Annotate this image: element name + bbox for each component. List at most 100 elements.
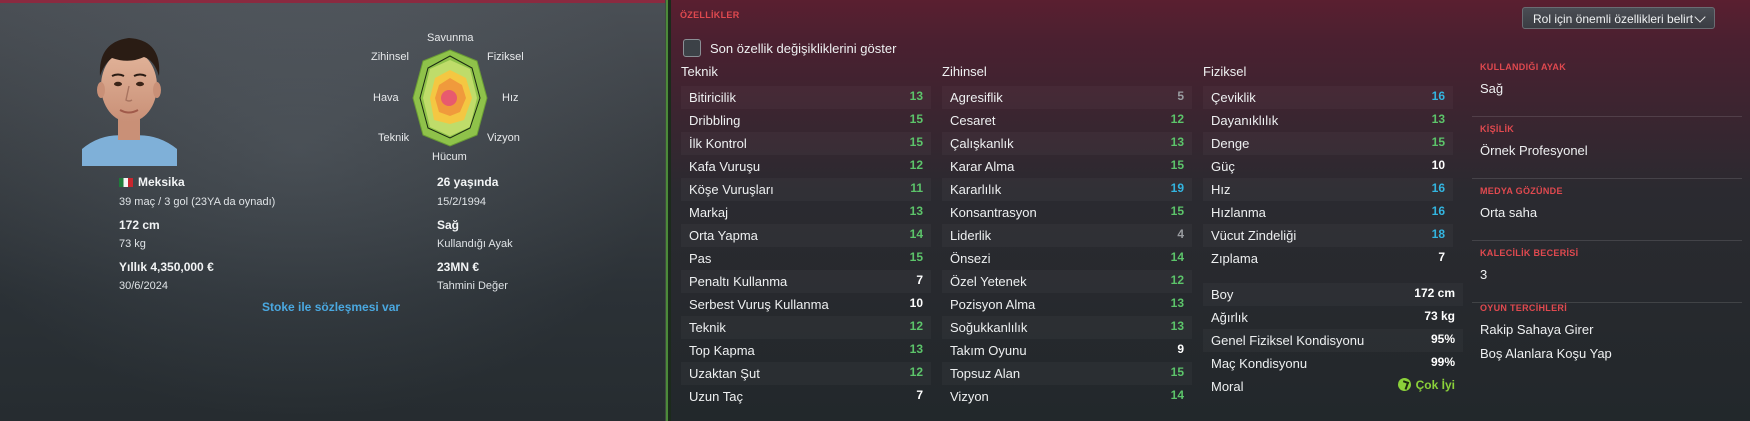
nation-name: Meksika (138, 175, 185, 189)
radar-label-vision: Vizyon (487, 132, 520, 144)
attribute-row[interactable]: Uzaktan Şut 12 (681, 362, 931, 385)
contract-club-link[interactable]: Stoke ile sözleşmesi var (262, 300, 400, 314)
trait-value: Boş Alanlara Koşu Yap (1480, 346, 1612, 361)
physical-info-row: Maç Kondisyonu 99% (1203, 352, 1463, 375)
trait-divider (1472, 178, 1742, 179)
attribute-value: 19 (1170, 181, 1184, 195)
attribute-name: Topsuz Alan (950, 366, 1021, 381)
attribute-value: 13 (909, 89, 923, 103)
attribute-row[interactable]: Bitiricilik 13 (681, 86, 931, 109)
physical-info-label: Ağırlık (1211, 310, 1248, 325)
attribute-value: 12 (909, 158, 923, 172)
attribute-row[interactable]: Soğukkanlılık 13 (942, 316, 1192, 339)
physical-info-row: Ağırlık 73 kg (1203, 306, 1463, 329)
trait-value: Rakip Sahaya Girer (1480, 322, 1594, 337)
attribute-row[interactable]: Cesaret 12 (942, 109, 1192, 132)
attribute-name: Konsantrasyon (950, 205, 1037, 220)
show-changes-checkbox[interactable] (683, 39, 701, 57)
attribute-name: Vücut Zindeliği (1211, 228, 1297, 243)
nation-info: Meksika (119, 175, 185, 189)
attribute-row[interactable]: Karar Alma 15 (942, 155, 1192, 178)
attribute-row[interactable]: Pozisyon Alma 13 (942, 293, 1192, 316)
attribute-row[interactable]: Penaltı Kullanma 7 (681, 270, 931, 293)
attribute-name: Karar Alma (950, 159, 1015, 174)
attribute-row[interactable]: Markaj 13 (681, 201, 931, 224)
attribute-row[interactable]: Zıplama 7 (1203, 247, 1453, 270)
trait-section-heading: OYUN TERCİHLERİ (1480, 303, 1568, 313)
attribute-value: 15 (909, 135, 923, 149)
attribute-value: 14 (1170, 250, 1184, 264)
morale-icon (1397, 378, 1411, 391)
attribute-row[interactable]: Liderlik 4 (942, 224, 1192, 247)
physical-info-value: 73 kg (1424, 309, 1455, 323)
physical-column-title: Fiziksel (1203, 64, 1247, 79)
trait-section: OYUN TERCİHLERİ Rakip Sahaya Girer Boş Ala… (1480, 303, 1612, 361)
attribute-row[interactable]: Kararlılık 19 (942, 178, 1192, 201)
attribute-row[interactable]: Denge 15 (1203, 132, 1453, 155)
attribute-row[interactable]: Agresiflik 5 (942, 86, 1192, 109)
physical-info-value: 99% (1430, 355, 1455, 369)
attribute-name: Çalışkanlık (950, 136, 1014, 151)
attribute-name: Hız (1211, 182, 1231, 197)
attribute-value: 13 (1170, 319, 1184, 333)
attribute-row[interactable]: Önsezi 14 (942, 247, 1192, 270)
attribute-row[interactable]: Dayanıklılık 13 (1203, 109, 1453, 132)
attribute-row[interactable]: Dribbling 15 (681, 109, 931, 132)
attribute-name: Pozisyon Alma (950, 297, 1036, 312)
radar-label-defence: Savunma (427, 32, 474, 44)
attribute-name: Teknik (689, 320, 726, 335)
morale-row: Moral Çok İyi (1203, 375, 1463, 398)
attribute-name: Agresiflik (950, 90, 1003, 105)
estimated-value: 23MN € (437, 260, 480, 274)
attribute-name: Denge (1211, 136, 1250, 151)
attribute-value: 16 (1431, 89, 1445, 103)
attribute-row[interactable]: Teknik 12 (681, 316, 931, 339)
attribute-row[interactable]: Vücut Zindeliği 18 (1203, 224, 1453, 247)
attribute-row[interactable]: Konsantrasyon 15 (942, 201, 1192, 224)
attribute-row[interactable]: Hız 16 (1203, 178, 1453, 201)
physical-info-value: 95% (1430, 332, 1455, 346)
attribute-row[interactable]: Hızlanma 16 (1203, 201, 1453, 224)
role-highlight-dropdown[interactable]: Rol için önemli özellikleri belirt (1522, 7, 1715, 29)
attribute-row[interactable]: Köşe Vuruşları 11 (681, 178, 931, 201)
weight-value: 73 kg (119, 238, 146, 250)
technical-attributes-list: Bitiricilik 13 Dribbling 15 İlk Kontrol 15 Kaf… (681, 86, 931, 408)
attribute-value: 15 (909, 112, 923, 126)
wage-value: Yıllık 4,350,000 € (119, 260, 214, 274)
trait-value: Örnek Profesyonel (1480, 143, 1588, 158)
attribute-value: 12 (909, 319, 923, 333)
attribute-name: Hızlanma (1211, 205, 1266, 220)
attribute-value: 12 (909, 365, 923, 379)
morale-label: Moral (1211, 379, 1244, 394)
attribute-row[interactable]: İlk Kontrol 15 (681, 132, 931, 155)
attribute-row[interactable]: Vizyon 14 (942, 385, 1192, 408)
trait-divider (1472, 240, 1742, 241)
attribute-row[interactable]: Çeviklik 16 (1203, 86, 1453, 109)
attribute-value: 16 (1431, 181, 1445, 195)
attribute-row[interactable]: Çalışkanlık 13 (942, 132, 1192, 155)
attribute-row[interactable]: Topsuz Alan 15 (942, 362, 1192, 385)
caps-goals: 39 maç / 3 gol (23YA da oynadı) (119, 196, 276, 208)
attribute-row[interactable]: Pas 15 (681, 247, 931, 270)
show-changes-label[interactable]: Son özellik değişikliklerini göster (710, 41, 896, 56)
attribute-row[interactable]: Takım Oyunu 9 (942, 339, 1192, 362)
attribute-name: Önsezi (950, 251, 991, 266)
attribute-row[interactable]: Orta Yapma 14 (681, 224, 931, 247)
attribute-row[interactable]: Kafa Vuruşu 12 (681, 155, 931, 178)
attribute-name: Serbest Vuruş Kullanma (689, 297, 829, 312)
attribute-value: 13 (909, 342, 923, 356)
attribute-value: 16 (1431, 204, 1445, 218)
physical-info-list: Boy 172 cm Ağırlık 73 kg Genel Fiziksel Kond… (1203, 283, 1463, 398)
attribute-row[interactable]: Top Kapma 13 (681, 339, 931, 362)
attribute-row[interactable]: Uzun Taç 7 (681, 385, 931, 408)
trait-section: MEDYA GÖZÜNDE Orta saha (1480, 186, 1563, 220)
attribute-value: 12 (1170, 273, 1184, 287)
trait-section: KULLANDIĞI AYAK Sağ (1480, 62, 1566, 96)
attribute-row[interactable]: Güç 10 (1203, 155, 1453, 178)
attribute-name: Zıplama (1211, 251, 1258, 266)
attribute-row[interactable]: Özel Yetenek 12 (942, 270, 1192, 293)
trait-value: Orta saha (1480, 205, 1538, 220)
physical-info-value: 172 cm (1414, 286, 1455, 300)
trait-section: KALECİLİK BECERİSİ 3 (1480, 248, 1578, 282)
attribute-row[interactable]: Serbest Vuruş Kullanma 10 (681, 293, 931, 316)
